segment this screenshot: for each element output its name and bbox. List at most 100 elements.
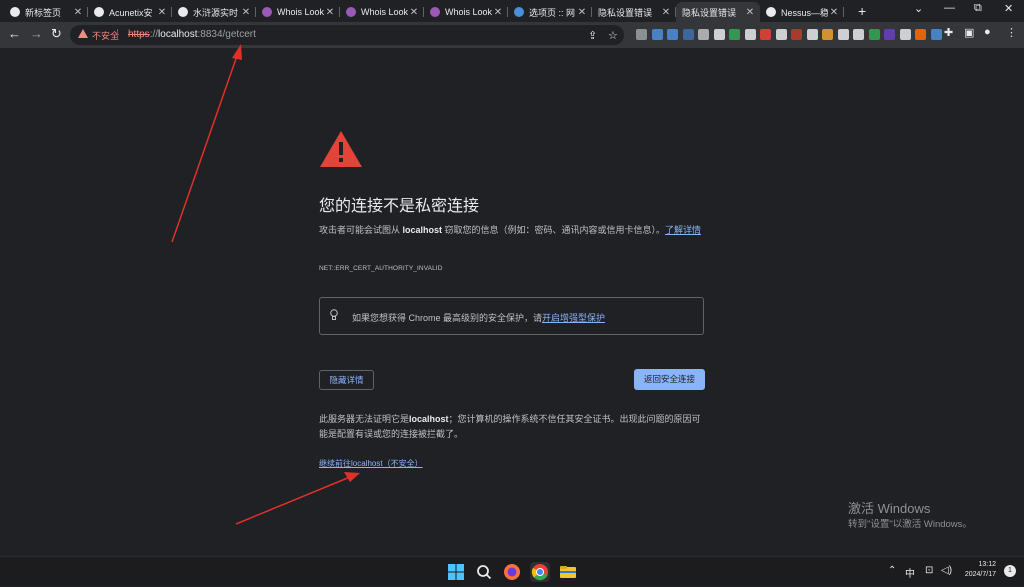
chrome-icon[interactable] — [530, 562, 550, 582]
search-icon[interactable] — [474, 562, 494, 582]
close-window-button[interactable]: ✕ — [1004, 2, 1013, 15]
activation-watermark-title: 激活 Windows — [848, 501, 931, 516]
extension-icon[interactable] — [729, 29, 740, 40]
lightbulb-icon — [330, 309, 338, 320]
enable-enhanced-protection-link[interactable]: 开启增强型保护 — [542, 313, 605, 323]
browser-tab[interactable]: 水浒源实时 ✕ — [172, 2, 256, 22]
tab-close-icon[interactable]: ✕ — [72, 7, 84, 18]
tab-close-icon[interactable]: ✕ — [156, 7, 168, 18]
tab-label: Acunetix安 — [109, 7, 153, 18]
proceed-unsafe-link[interactable]: 继续前往localhost（不安全） — [319, 458, 423, 469]
extension-icon[interactable] — [744, 29, 756, 40]
minimize-button[interactable]: — — [944, 2, 955, 14]
url-divider — [117, 29, 118, 40]
address-bar[interactable]: 不安全 https://localhost:8834/getcert ⇪ ☆ — [70, 25, 624, 45]
hide-details-button[interactable]: 隐藏详情 — [319, 370, 374, 390]
side-panel-icon[interactable]: ▣ — [964, 26, 974, 39]
extension-icon[interactable] — [667, 29, 678, 40]
file-explorer-icon[interactable] — [558, 562, 578, 582]
tab-close-icon[interactable]: ✕ — [660, 7, 672, 18]
tab-close-icon[interactable]: ✕ — [828, 7, 840, 18]
tab-close-icon[interactable]: ✕ — [492, 7, 504, 18]
tab-favicon-icon — [178, 7, 188, 17]
enhanced-protection-box: 如果您想获得 Chrome 最高级别的安全保护，请开启增强型保护 — [319, 297, 704, 335]
tab-favicon-icon — [94, 7, 104, 17]
ime-indicator[interactable]: 中 — [905, 565, 915, 580]
tray-chevron-icon[interactable]: ⌃ — [888, 565, 896, 576]
tab-favicon-icon — [262, 7, 272, 17]
extension-icon[interactable] — [760, 29, 771, 40]
tab-close-icon[interactable]: ✕ — [408, 7, 420, 18]
tab-label: 隐私设置错误 — [598, 7, 653, 18]
browser-tab[interactable]: Acunetix安 ✕ — [88, 2, 172, 22]
browser-tab[interactable]: Whois Look ✕ — [424, 2, 508, 22]
tab-label: 选项页 :: 网 — [529, 7, 576, 18]
restore-button[interactable]: ⧉ — [974, 2, 982, 15]
extension-icon[interactable] — [884, 29, 895, 40]
extension-icon[interactable] — [698, 29, 709, 40]
browser-tab[interactable]: 选项页 :: 网 ✕ — [508, 2, 592, 22]
browser-toolbar: ← → ↻ 不安全 https://localhost:8834/getcert… — [0, 22, 1024, 48]
extension-icon[interactable] — [636, 29, 647, 40]
extension-icon[interactable] — [868, 29, 880, 40]
start-menu-icon[interactable] — [446, 562, 466, 582]
extension-icon[interactable] — [930, 29, 942, 40]
extension-icon[interactable] — [713, 29, 725, 40]
menu-kebab-icon[interactable]: ⋮ — [1006, 26, 1017, 39]
tab-search-icon[interactable]: ⌄ — [914, 2, 923, 15]
browser-tab[interactable]: 隐私设置错误 ✕ — [676, 2, 760, 22]
extension-icon[interactable] — [853, 29, 864, 40]
notification-badge[interactable]: 1 — [1004, 565, 1016, 577]
clock-date: 2024/7/17 — [964, 571, 996, 578]
tab-favicon-icon — [766, 7, 776, 17]
browser-tab[interactable]: Whois Look ✕ — [256, 2, 340, 22]
tab-label: Whois Look — [277, 7, 324, 17]
extension-icon[interactable] — [899, 29, 911, 40]
profile-avatar-icon[interactable]: ● — [984, 26, 991, 38]
extension-icon[interactable] — [806, 29, 818, 40]
extension-icon[interactable] — [775, 29, 787, 40]
para1-host: localhost — [402, 225, 443, 235]
para2-host: localhost — [409, 414, 449, 424]
extension-icon[interactable] — [791, 29, 802, 40]
tab-close-icon[interactable]: ✕ — [324, 7, 336, 18]
extension-icon[interactable] — [822, 29, 833, 40]
browser-tab[interactable]: Nessus—稳 ✕ — [760, 2, 844, 22]
tab-label: 水浒源实时 — [193, 7, 239, 18]
new-tab-button[interactable]: + — [858, 3, 866, 19]
clock-time: 13:12 — [978, 561, 996, 568]
extension-icon[interactable] — [915, 29, 926, 40]
extension-icon[interactable] — [682, 29, 694, 40]
extension-icon[interactable] — [651, 29, 663, 40]
warning-icon — [78, 29, 88, 38]
learn-more-link[interactable]: 了解详情 — [665, 225, 701, 235]
back-arrow-icon[interactable]: ← — [8, 27, 21, 41]
browser-tab[interactable]: 新标签页 ✕ — [4, 2, 88, 22]
url-scheme: https — [128, 29, 150, 40]
annotation-arrow-proceed — [235, 476, 351, 525]
back-to-safety-button[interactable]: 返回安全连接 — [634, 369, 705, 390]
share-icon[interactable]: ⇪ — [588, 29, 597, 42]
tab-close-icon[interactable]: ✕ — [576, 7, 588, 18]
system-clock[interactable]: 13:12 2024/7/17 — [962, 560, 996, 580]
activation-watermark-subtitle: 转到"设置"以激活 Windows。 — [848, 519, 972, 530]
volume-icon[interactable]: ◁) — [941, 565, 952, 576]
error-code: NET::ERR_CERT_AUTHORITY_INVALID — [319, 265, 443, 272]
browser-tab[interactable]: Whois Look ✕ — [340, 2, 424, 22]
url-separator: :// — [149, 29, 159, 40]
bookmark-star-icon[interactable]: ☆ — [608, 29, 618, 42]
network-icon[interactable]: ⊡ — [925, 565, 933, 576]
annotation-arrowhead-proceed — [344, 472, 360, 482]
url-text[interactable]: https://localhost:8834/getcert — [128, 29, 256, 40]
browser-tab[interactable]: 隐私设置错误 ✕ — [592, 2, 676, 22]
tab-close-icon[interactable]: ✕ — [744, 7, 756, 18]
reload-icon[interactable]: ↻ — [51, 27, 62, 41]
not-secure-label[interactable]: 不安全 — [92, 29, 119, 42]
tab-label: 隐私设置错误 — [682, 7, 737, 18]
tab-label: Whois Look — [361, 7, 408, 17]
extensions-puzzle-icon[interactable]: ✚ — [944, 26, 953, 39]
extension-icon[interactable] — [837, 29, 849, 40]
tab-close-icon[interactable]: ✕ — [240, 7, 252, 18]
forward-arrow-icon[interactable]: → — [30, 27, 43, 41]
firefox-icon[interactable] — [502, 562, 522, 582]
